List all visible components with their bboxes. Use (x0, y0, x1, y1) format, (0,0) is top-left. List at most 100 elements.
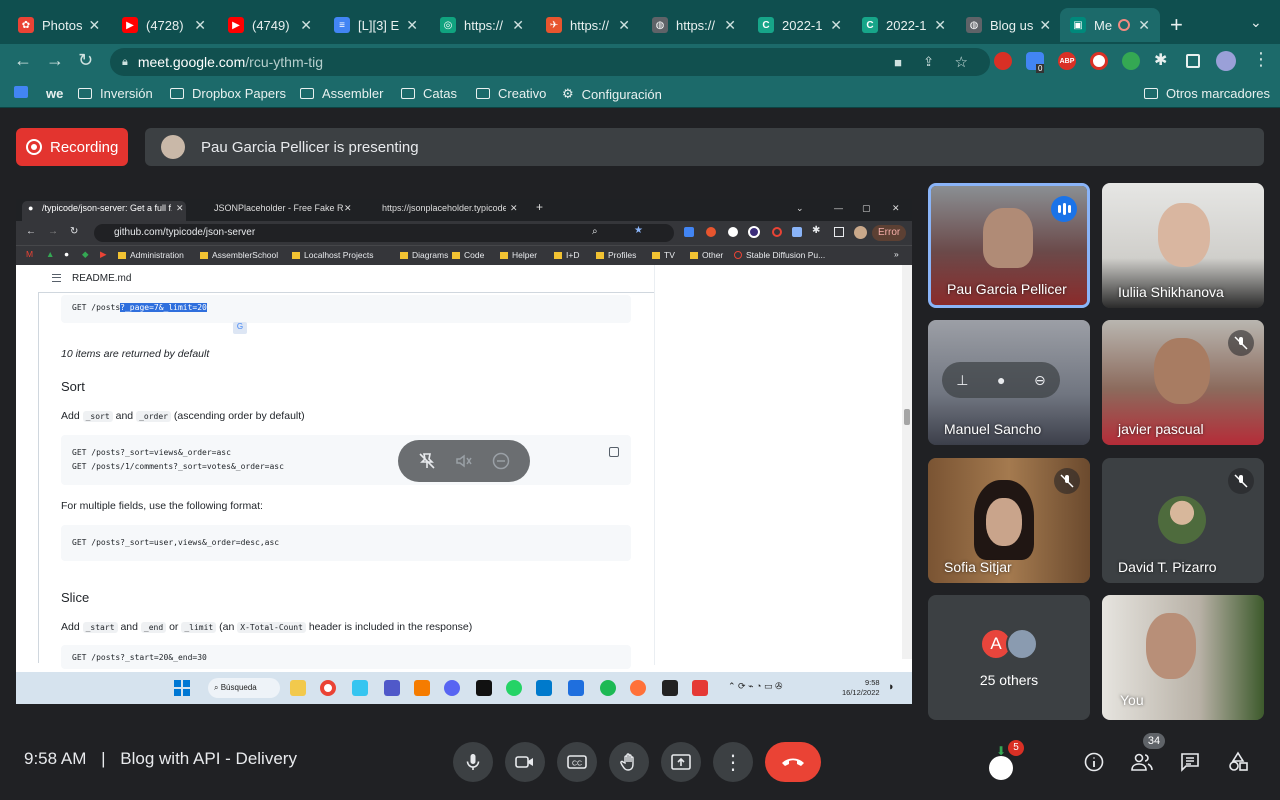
browser-tab[interactable]: C 2022-1 ✕ (852, 8, 956, 42)
browser-tab[interactable]: ◍ Blog us ✕ (956, 8, 1060, 42)
participant-tile[interactable]: ⊥ ● ⊖ Manuel Sancho (928, 320, 1090, 445)
browser-tab[interactable]: C 2022-1 ✕ (748, 8, 852, 42)
close-icon[interactable]: ✕ (506, 17, 524, 34)
participant-tile[interactable]: Sofia Sitjar (928, 458, 1090, 583)
back-icon[interactable]: ← (14, 50, 32, 71)
github-icon: ● (28, 203, 34, 213)
puzzle-icon: ✱ (812, 225, 821, 236)
meeting-details-button[interactable] (1076, 744, 1112, 780)
captions-button[interactable]: CC (557, 742, 597, 782)
bookmark-other[interactable]: Otros marcadores (1144, 86, 1270, 101)
close-icon[interactable]: ✕ (612, 17, 630, 34)
reload-icon[interactable]: ↻ (78, 50, 93, 71)
sidepanel-icon[interactable] (1186, 54, 1200, 68)
avatar (854, 226, 867, 239)
raise-hand-icon (620, 753, 634, 771)
person-silhouette (1154, 338, 1210, 404)
bookmark-star-icon[interactable]: ☆ (955, 53, 968, 71)
browser-tab[interactable]: ✿ Photos ✕ (8, 8, 108, 42)
camera-icon[interactable]: ■ (894, 55, 902, 70)
close-icon[interactable]: ✕ (824, 17, 842, 34)
adblock-icon[interactable]: ABP (1058, 52, 1076, 70)
app-icon (662, 680, 678, 696)
others-tile[interactable]: A 25 others (928, 595, 1090, 720)
browser-tab[interactable]: ▶ (4749) ✕ (218, 8, 322, 42)
close-icon[interactable]: ✕ (294, 17, 312, 34)
browser-tab[interactable]: ◎ https://✕ (430, 8, 534, 42)
slack-icon (352, 680, 368, 696)
record-icon (26, 139, 42, 155)
microphone-icon[interactable]: ● (997, 372, 1005, 388)
microphone-button[interactable] (453, 742, 493, 782)
shapes-icon (1229, 751, 1248, 771)
participant-tile[interactable]: javier pascual (1102, 320, 1264, 445)
puzzle-icon[interactable]: ✱ (1154, 50, 1172, 69)
close-icon[interactable]: ✕ (928, 17, 946, 34)
taskbar-clock: 9:58 16/12/2022 (842, 678, 880, 697)
close-icon[interactable]: ✕ (1033, 17, 1051, 34)
spotify-icon (600, 680, 616, 696)
firefox-icon (630, 680, 646, 696)
extension-icon[interactable] (1122, 52, 1140, 70)
url-field[interactable]: 🔒︎ meet.google.com/rcu-ythm-tig ■ ⇪ ☆ (110, 48, 990, 76)
raise-hand-button[interactable] (609, 742, 649, 782)
browser-tab[interactable]: ≡ [L][3] E ✕ (324, 8, 428, 42)
tab-search-icon[interactable]: ⌄ (1250, 14, 1262, 31)
browser-tab[interactable]: ▶ (4728) ✕ (112, 8, 216, 42)
close-icon[interactable]: ✕ (188, 17, 206, 34)
shared-scrollbar (902, 265, 912, 659)
people-button[interactable] (1124, 744, 1160, 780)
bookmark-catas[interactable]: Catas (401, 86, 457, 101)
chat-button[interactable] (1172, 744, 1208, 780)
bookmark-creativo[interactable]: Creativo (476, 86, 546, 101)
browser-tab[interactable]: ✈ https://✕ (536, 8, 640, 42)
presentation-controls[interactable] (398, 440, 530, 482)
extension-icon[interactable] (994, 52, 1012, 70)
present-button[interactable] (661, 742, 701, 782)
bookmark-inversion[interactable]: Inversión (78, 86, 153, 101)
extension-icon[interactable] (1090, 52, 1108, 70)
remove-icon[interactable]: ⊖ (1034, 372, 1046, 389)
participant-tile[interactable]: Pau Garcia Pellicer (928, 183, 1090, 308)
more-vert-icon: ⋮ (723, 751, 743, 774)
self-tile[interactable]: You (1102, 595, 1264, 720)
avatar[interactable] (1216, 51, 1236, 71)
close-icon[interactable]: ✕ (82, 17, 100, 34)
google-ads-icon[interactable] (14, 86, 28, 98)
close-icon[interactable]: ✕ (718, 17, 736, 34)
pin-icon[interactable]: ⊥ (956, 372, 968, 389)
multi-fields-text: For multiple fields, use the following f… (61, 500, 263, 512)
browser-tab[interactable]: ◍ https://✕ (642, 8, 746, 42)
mute-audio-icon[interactable] (452, 449, 476, 473)
camera-button[interactable] (505, 742, 545, 782)
extension-icon (772, 227, 782, 237)
participant-tile[interactable]: David T. Pizarro (1102, 458, 1264, 583)
tile-controls[interactable]: ⊥ ● ⊖ (942, 362, 1060, 398)
extension-icon (684, 227, 694, 237)
share-icon[interactable]: ⇪ (923, 54, 934, 70)
sort-heading: Sort (61, 379, 85, 394)
bookmark-assembler[interactable]: Assembler (300, 86, 383, 101)
menu-icon[interactable]: ⋮ (1252, 49, 1270, 70)
avatar (1158, 496, 1206, 544)
bookmark-configuracion[interactable]: ⚙ Configuración (562, 86, 662, 102)
pin-off-icon[interactable] (415, 449, 439, 473)
recording-button[interactable]: Recording (16, 128, 128, 166)
shared-address-bar: ← → ↻ github.com/typicode/json-server ⌕ … (16, 221, 912, 245)
close-icon[interactable]: ✕ (400, 17, 418, 34)
new-tab-button[interactable]: + (1170, 12, 1183, 38)
activities-button[interactable] (1220, 744, 1256, 780)
browser-tab-active[interactable]: ▣ Me ✕ (1060, 8, 1160, 42)
bookmark-icon[interactable]: we (46, 86, 63, 101)
close-icon[interactable]: ✕ (1132, 17, 1150, 34)
remove-icon[interactable] (489, 449, 513, 473)
more-options-button[interactable]: ⋮ (713, 742, 753, 782)
code-block: GET /posts?_page=7&_limit=20 (61, 295, 631, 323)
forward-icon[interactable]: → (46, 50, 64, 71)
leave-call-button[interactable] (765, 742, 821, 782)
youtube-icon: ▶ (228, 17, 244, 33)
participant-tile[interactable]: Iuliia Shikhanova (1102, 183, 1264, 308)
translate-icon: G (233, 322, 247, 334)
activities-icon[interactable]: ⬇ 5 (984, 740, 1024, 780)
bookmark-dropbox-papers[interactable]: Dropbox Papers (170, 86, 286, 101)
